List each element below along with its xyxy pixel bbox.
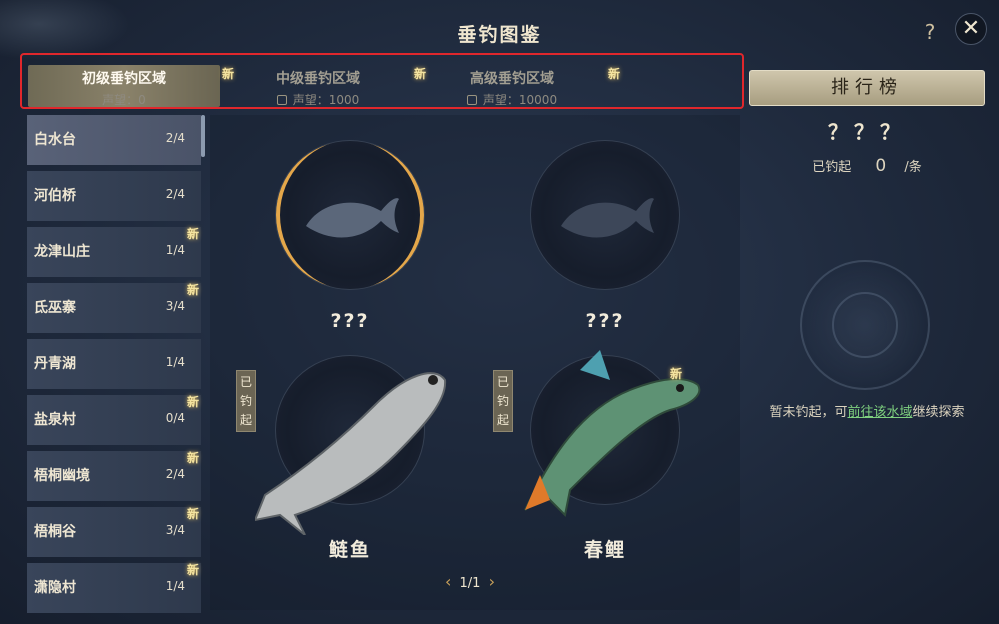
new-badge: 新: [186, 507, 199, 521]
sidebar-item-count: 1/4: [165, 579, 185, 593]
new-badge: 新: [670, 367, 683, 381]
sidebar-item-longjin-villa[interactable]: 龙津山庄 1/4 新: [27, 227, 201, 277]
emblem-inner-ring: [832, 292, 898, 358]
fish-silhouette-icon: [561, 198, 654, 238]
new-badge: 新: [186, 283, 199, 297]
new-badge: 新: [607, 67, 620, 81]
tab-label: 中级垂钓区域: [276, 71, 360, 87]
sidebar-scrollbar[interactable]: [201, 115, 205, 157]
tab-bar: 初级垂钓区域 声望：0 新 中级垂钓区域 声望：1000 新 高级垂钓区域 声望…: [20, 53, 744, 109]
hint-text: 暂未钓起，可前往该水域继续探索: [749, 401, 985, 420]
page-title: 垂钓图鉴: [457, 24, 542, 46]
caught-badge: 已钓起: [236, 370, 256, 432]
location-list: 白水台 2/4 河伯桥 2/4 龙津山庄 1/4 新 氐巫寨 3/4 新 丹青湖…: [27, 115, 203, 624]
leaderboard-button[interactable]: 排行榜: [749, 70, 985, 106]
sidebar-item-count: 1/4: [165, 355, 185, 369]
fish-portrait-frame: [275, 140, 425, 290]
caught-count: 0: [875, 156, 887, 176]
fish-silhouette-icon: [306, 198, 399, 238]
sidebar-item-label: 龙津山庄: [34, 244, 90, 260]
close-button[interactable]: ✕: [955, 13, 987, 45]
sidebar-item-label: 梧桐幽境: [34, 468, 90, 484]
tab-label: 初级垂钓区域: [82, 71, 166, 87]
sidebar-item-label: 潇隐村: [34, 580, 76, 596]
sidebar-item-label: 盐泉村: [34, 412, 76, 428]
sidebar-item-baishuitai[interactable]: 白水台 2/4: [27, 115, 201, 165]
fish-name: 春鲤: [583, 539, 626, 561]
lock-icon: [276, 95, 287, 105]
sidebar-item-count: 2/4: [165, 467, 185, 481]
sidebar-item-count: 2/4: [165, 187, 185, 201]
sidebar-item-wutong-valley[interactable]: 梧桐谷 3/4 新: [27, 507, 201, 557]
sidebar-item-label: 河伯桥: [34, 188, 76, 204]
hint-prefix: 暂未钓起，可: [769, 405, 848, 420]
new-badge: 新: [186, 395, 199, 409]
sidebar-item-count: 0/4: [165, 411, 185, 425]
fish-portrait-frame: [530, 140, 680, 290]
fish-card-silver-carp[interactable]: 已钓起 鲢鱼: [236, 345, 450, 565]
hint-suffix: 继续探索: [912, 405, 965, 420]
sidebar-item-label: 白水台: [34, 132, 76, 148]
sidebar-item-diwu-stockade[interactable]: 氐巫寨 3/4 新: [27, 283, 201, 333]
sidebar-item-xiaoyin-village[interactable]: 潇隐村 1/4 新: [27, 563, 201, 613]
selected-fish-name: ？？？: [828, 120, 906, 144]
help-button[interactable]: ?: [916, 18, 944, 46]
emblem-decoration: [800, 260, 930, 390]
prev-page-button[interactable]: ‹: [445, 572, 451, 591]
next-page-button[interactable]: ›: [489, 572, 495, 591]
sidebar-item-hebo-bridge[interactable]: 河伯桥 2/4: [27, 171, 201, 221]
tab-requirement: 声望：10000: [482, 93, 558, 107]
sidebar-item-danqing-lake[interactable]: 丹青湖 1/4: [27, 339, 201, 389]
caught-count-row: 已钓起 0 /条: [749, 156, 985, 176]
caught-label: 已钓起: [812, 160, 852, 175]
tab-requirement: 声望：1000: [292, 93, 360, 107]
new-badge: 新: [186, 451, 199, 465]
sidebar-item-label: 氐巫寨: [34, 300, 76, 316]
sidebar-item-count: 1/4: [165, 243, 185, 257]
sidebar-item-count: 2/4: [165, 131, 185, 145]
sidebar-item-count: 3/4: [165, 299, 185, 313]
sidebar-item-label: 丹青湖: [34, 356, 76, 372]
caught-unit: /条: [904, 160, 922, 175]
page-indicator: 1/1: [459, 576, 481, 591]
silver-carp-icon: [255, 372, 447, 535]
sidebar-item-count: 3/4: [165, 523, 185, 537]
new-badge: 新: [186, 227, 199, 241]
caught-badge: 已钓起: [493, 370, 513, 432]
sidebar-item-yanquan-village[interactable]: 盐泉村 0/4 新: [27, 395, 201, 445]
tab-beginner-zone[interactable]: 初级垂钓区域 声望：0 新: [28, 65, 234, 107]
fish-name: ???: [585, 310, 625, 332]
tab-requirement: 声望：0: [102, 93, 146, 107]
fishing-codex-window: 垂钓图鉴 ? ✕ 初级垂钓区域 声望：0 新 中级垂钓区域 声望：1000 新 …: [0, 0, 999, 624]
goto-waters-link[interactable]: 前往该水域: [847, 405, 912, 420]
pagination: ‹ 1/1 ›: [430, 572, 510, 592]
fish-card-unknown-1[interactable]: ???: [250, 130, 450, 350]
new-badge: 新: [186, 563, 199, 577]
tab-intermediate-zone[interactable]: 中级垂钓区域 声望：1000 新: [222, 65, 426, 107]
tab-advanced-zone[interactable]: 高级垂钓区域 声望：10000 新: [416, 65, 620, 107]
fish-name: ???: [330, 310, 370, 332]
fish-card-unknown-2[interactable]: ???: [505, 130, 705, 350]
lock-icon: [466, 95, 477, 105]
sidebar-item-label: 梧桐谷: [34, 524, 76, 540]
fish-card-spring-carp[interactable]: 已钓起 新 春鲤: [493, 345, 705, 565]
tab-label: 高级垂钓区域: [470, 71, 554, 87]
fish-name: 鲢鱼: [328, 539, 371, 561]
sidebar-item-wutong-realm[interactable]: 梧桐幽境 2/4 新: [27, 451, 201, 501]
